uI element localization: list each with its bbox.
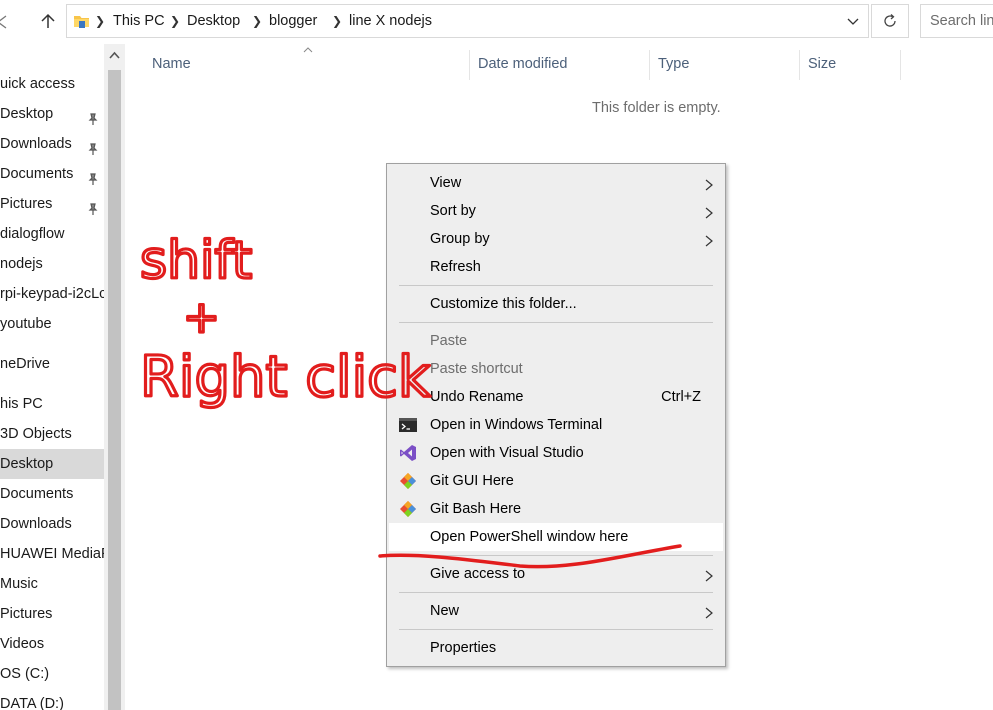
column-divider[interactable]: [649, 50, 650, 80]
pin-icon: [86, 137, 100, 155]
menu-item-undo-rename[interactable]: Undo Rename Ctrl+Z: [389, 383, 723, 411]
pin-icon: [86, 167, 100, 185]
column-divider[interactable]: [799, 50, 800, 80]
column-header-name[interactable]: Name: [152, 44, 191, 84]
breadcrumb-chevron-icon[interactable]: ❯: [170, 5, 180, 37]
breadcrumb-desktop[interactable]: Desktop: [187, 5, 240, 37]
address-toolbar: ❯ This PC ❯ Desktop ❯ blogger ❯ line X n…: [0, 0, 993, 44]
search-box[interactable]: [920, 4, 993, 38]
nav-scroll-thumb[interactable]: [108, 70, 121, 710]
menu-separator: [399, 322, 713, 323]
shortcut-label: Ctrl+Z: [661, 389, 701, 405]
refresh-button[interactable]: [871, 4, 909, 38]
chevron-down-icon[interactable]: [846, 14, 860, 28]
column-header-type[interactable]: Type: [658, 44, 689, 84]
navigation-pane: uick access Desktop Downloads Documents …: [0, 44, 125, 710]
annotation-line-shift: shift: [140, 231, 252, 291]
breadcrumb-blogger[interactable]: blogger: [269, 5, 317, 37]
column-header-date-modified[interactable]: Date modified: [478, 44, 567, 84]
menu-item-open-visual-studio[interactable]: Open with Visual Studio: [389, 439, 723, 467]
menu-item-open-windows-terminal[interactable]: Open in Windows Terminal: [389, 411, 723, 439]
column-header-row: Name Date modified Type Size: [125, 44, 993, 84]
pin-icon: [86, 197, 100, 215]
menu-item-customize-folder[interactable]: Customize this folder...: [389, 290, 723, 318]
sort-ascending-icon: [302, 42, 314, 53]
nav-item-desktop-pinned[interactable]: Desktop: [0, 99, 104, 129]
nav-scrollbar[interactable]: [104, 44, 125, 710]
nav-item-downloads-pinned[interactable]: Downloads: [0, 129, 104, 159]
annotation-line-plus: +: [183, 292, 220, 343]
terminal-icon: [399, 416, 417, 434]
visual-studio-icon: [399, 444, 417, 462]
column-divider[interactable]: [900, 50, 901, 80]
search-input[interactable]: [930, 12, 993, 30]
nav-item-quick-access[interactable]: uick access: [0, 69, 104, 99]
folder-icon: [73, 12, 91, 30]
nav-item-data-d[interactable]: DATA (D:): [0, 689, 104, 710]
menu-item-git-gui[interactable]: Git GUI Here: [389, 467, 723, 495]
nav-item-onedrive[interactable]: neDrive: [0, 349, 104, 379]
nav-item-nodejs[interactable]: nodejs: [0, 249, 104, 279]
scroll-up-arrow-icon[interactable]: [104, 48, 125, 62]
menu-separator: [399, 555, 713, 556]
menu-item-paste-shortcut: Paste shortcut: [430, 361, 523, 377]
chevron-right-icon: [705, 206, 713, 219]
menu-item-properties[interactable]: Properties: [389, 634, 723, 662]
nav-item-pictures-pinned[interactable]: Pictures: [0, 189, 104, 219]
nav-item-dialogflow[interactable]: dialogflow: [0, 219, 104, 249]
nav-item-youtube[interactable]: youtube: [0, 309, 104, 339]
nav-item-huawei-media[interactable]: HUAWEI MediaP: [0, 539, 104, 569]
git-icon: [399, 472, 417, 490]
menu-separator: [399, 592, 713, 593]
menu-item-refresh[interactable]: Refresh: [389, 253, 723, 281]
chevron-right-icon: [705, 606, 713, 619]
nav-item-this-pc[interactable]: his PC: [0, 389, 104, 419]
empty-folder-message: This folder is empty.: [592, 100, 721, 116]
nav-item-pictures[interactable]: Pictures: [0, 599, 104, 629]
nav-item-desktop[interactable]: Desktop: [0, 449, 104, 479]
menu-separator: [399, 285, 713, 286]
nav-item-3d-objects[interactable]: 3D Objects: [0, 419, 104, 449]
column-divider[interactable]: [469, 50, 470, 80]
menu-item-new[interactable]: New: [389, 597, 723, 625]
back-arrow-icon[interactable]: [0, 10, 14, 34]
breadcrumb-chevron-icon[interactable]: ❯: [332, 5, 342, 37]
nav-item-documents-pinned[interactable]: Documents: [0, 159, 104, 189]
refresh-icon: [884, 14, 896, 27]
breadcrumb-chevron-icon[interactable]: ❯: [252, 5, 262, 37]
menu-item-git-bash[interactable]: Git Bash Here: [389, 495, 723, 523]
menu-item-give-access[interactable]: Give access to: [389, 560, 723, 588]
nav-item-rpi-keypad[interactable]: rpi-keypad-i2cLc: [0, 279, 104, 309]
chevron-right-icon: [705, 178, 713, 191]
up-arrow-icon[interactable]: [38, 10, 58, 34]
chevron-right-icon: [705, 234, 713, 247]
breadcrumb-line-x-nodejs[interactable]: line X nodejs: [349, 5, 432, 37]
nav-item-videos[interactable]: Videos: [0, 629, 104, 659]
menu-item-paste: Paste: [430, 333, 468, 349]
menu-separator: [399, 629, 713, 630]
menu-item-view[interactable]: View: [389, 169, 723, 197]
nav-item-downloads[interactable]: Downloads: [0, 509, 104, 539]
breadcrumb-this-pc[interactable]: This PC: [113, 5, 165, 37]
menu-item-open-powershell[interactable]: Open PowerShell window here: [389, 523, 723, 551]
address-bar[interactable]: ❯ This PC ❯ Desktop ❯ blogger ❯ line X n…: [66, 4, 869, 38]
nav-item-documents[interactable]: Documents: [0, 479, 104, 509]
context-menu: View Sort by Group by Refresh Customize …: [386, 163, 726, 667]
nav-item-os-c[interactable]: OS (C:): [0, 659, 104, 689]
breadcrumb-chevron-icon[interactable]: ❯: [95, 5, 105, 37]
menu-item-group-by[interactable]: Group by: [389, 225, 723, 253]
nav-item-music[interactable]: Music: [0, 569, 104, 599]
git-icon: [399, 500, 417, 518]
menu-item-sort-by[interactable]: Sort by: [389, 197, 723, 225]
pin-icon: [86, 107, 100, 125]
chevron-right-icon: [705, 569, 713, 582]
column-header-size[interactable]: Size: [808, 44, 836, 84]
